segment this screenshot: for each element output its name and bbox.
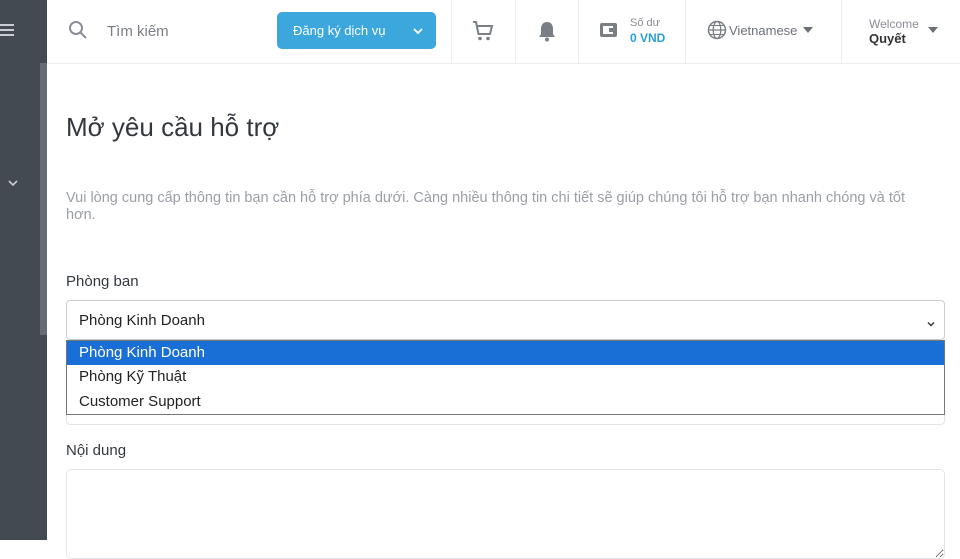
bell-icon[interactable] xyxy=(536,19,558,43)
department-dropdown-list: Phòng Kinh Doanh Phòng Kỹ Thuật Customer… xyxy=(66,340,945,415)
dropdown-option[interactable]: Phòng Kinh Doanh xyxy=(67,341,944,366)
caret-down-icon[interactable] xyxy=(928,27,938,33)
caret-down-icon[interactable] xyxy=(803,27,813,33)
department-select[interactable]: Phòng Kinh Doanh xyxy=(66,300,945,340)
search-icon[interactable] xyxy=(68,20,88,40)
dropdown-option[interactable]: Customer Support xyxy=(67,390,944,414)
sidebar xyxy=(0,0,47,540)
chevron-down-icon xyxy=(412,25,424,37)
dropdown-option[interactable]: Phòng Kỹ Thuật xyxy=(67,365,944,389)
divider xyxy=(578,0,579,64)
page-description: Vui lòng cung cấp thông tin bạn cần hỗ t… xyxy=(66,190,905,223)
divider xyxy=(841,0,842,64)
language-selector[interactable]: Vietnamese xyxy=(729,23,797,38)
globe-icon[interactable] xyxy=(707,20,727,40)
balance-label: Số dư xyxy=(630,17,660,29)
department-selected-value: Phòng Kinh Doanh xyxy=(79,312,205,329)
wallet-icon xyxy=(599,20,619,40)
content-textarea[interactable] xyxy=(66,469,945,559)
chevron-down-icon xyxy=(926,316,936,327)
content-label: Nội dung xyxy=(66,442,127,459)
welcome-label: Welcome xyxy=(869,17,919,31)
divider xyxy=(515,0,516,64)
chevron-down-icon[interactable] xyxy=(6,176,20,190)
user-name[interactable]: Quyết xyxy=(869,31,906,46)
divider xyxy=(685,0,686,64)
page-title: Mở yêu cầu hỗ trợ xyxy=(66,112,280,142)
balance-value: 0 VND xyxy=(630,31,666,45)
register-service-label: Đăng ký dịch vụ xyxy=(293,23,386,38)
hamburger-menu-icon[interactable] xyxy=(0,22,16,38)
top-bar: Đăng ký dịch vụ Số dư 0 VND Vietnamese W… xyxy=(47,0,960,64)
register-service-button[interactable]: Đăng ký dịch vụ xyxy=(277,12,436,49)
sidebar-scrollbar[interactable] xyxy=(40,63,47,335)
search-input[interactable] xyxy=(107,18,267,44)
department-label: Phòng ban xyxy=(66,273,139,290)
divider xyxy=(451,0,452,64)
cart-icon[interactable] xyxy=(471,19,495,43)
